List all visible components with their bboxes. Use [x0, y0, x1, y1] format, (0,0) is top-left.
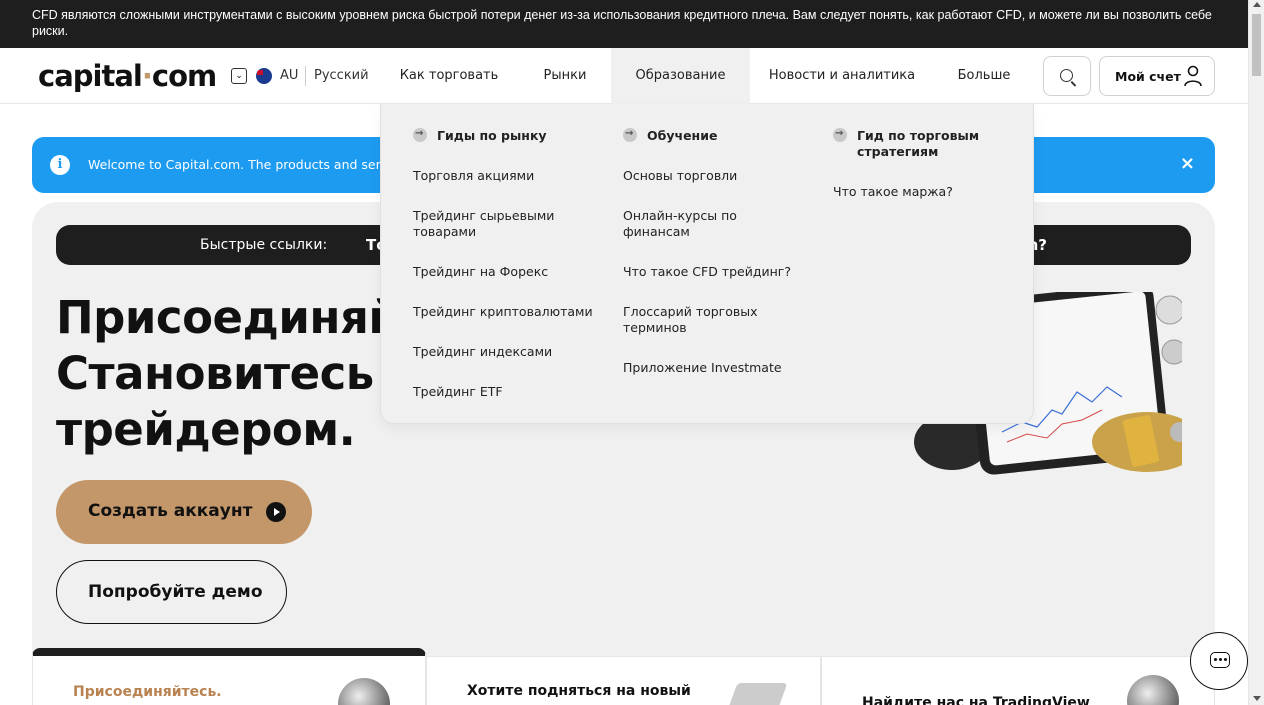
- scroll-up-arrow-icon[interactable]: [1253, 2, 1261, 7]
- dropdown-column-title[interactable]: Обучение: [623, 126, 813, 144]
- dropdown-link[interactable]: Трейдинг сырьевыми товарами: [413, 208, 563, 240]
- dropdown-column-learning: Обучение Основы торговли Онлайн-курсы по…: [623, 126, 813, 375]
- card-title: Хотите подняться на новый: [467, 683, 691, 699]
- try-demo-label: Попробуйте демо: [88, 582, 263, 602]
- user-icon: [1184, 65, 1202, 87]
- arrow-right-icon: [833, 126, 847, 142]
- nav-news-analysis[interactable]: Новости и аналитика: [765, 48, 919, 104]
- graduation-cap-icon: [726, 683, 788, 705]
- divider: [305, 66, 306, 86]
- info-card[interactable]: Присоединяйтесь.: [32, 648, 426, 705]
- create-account-button[interactable]: Создать аккаунт: [56, 480, 312, 544]
- risk-warning-text: CFD являются сложными инструментами с вы…: [32, 8, 1212, 38]
- nav-how-to-trade[interactable]: Как торговать: [392, 48, 506, 104]
- education-dropdown-menu: Гиды по рынку Торговля акциями Трейдинг …: [380, 104, 1034, 424]
- dropdown-column-strategies: Гид по торговым стратегиям Что такое мар…: [833, 126, 993, 199]
- dropdown-link[interactable]: Основы торговли: [623, 168, 803, 184]
- nav-more[interactable]: Больше: [950, 48, 1018, 104]
- dropdown-link[interactable]: Трейдинг индексами: [413, 344, 593, 360]
- chat-button[interactable]: [1190, 632, 1248, 690]
- australia-flag-icon[interactable]: [256, 68, 272, 84]
- logo-text-right: com: [151, 59, 217, 93]
- dropdown-link[interactable]: Онлайн-курсы по финансам: [623, 208, 753, 240]
- scrollbar-thumb[interactable]: [1252, 14, 1261, 76]
- card-title: Присоединяйтесь.: [73, 684, 222, 700]
- quick-links-label: Быстрые ссылки:: [200, 237, 328, 253]
- column-title-text: Гиды по рынку: [437, 128, 547, 143]
- my-account-button[interactable]: Мой счет: [1099, 56, 1215, 96]
- region-selector[interactable]: AU: [280, 68, 298, 83]
- dropdown-link[interactable]: Что такое CFD трейдинг?: [623, 264, 803, 280]
- logo[interactable]: capital·com: [38, 59, 217, 93]
- headline-line: Становитесь: [56, 347, 374, 400]
- play-icon: [266, 502, 286, 522]
- arrow-right-icon: [413, 126, 427, 142]
- try-demo-button[interactable]: Попробуйте демо: [56, 560, 287, 624]
- chevron-down-icon[interactable]: ⌄: [231, 68, 247, 84]
- welcome-text: Welcome to Capital.com. The products and…: [88, 157, 392, 172]
- search-icon: [1060, 69, 1073, 82]
- dropdown-link[interactable]: Торговля акциями: [413, 168, 593, 184]
- dropdown-link[interactable]: Глоссарий торговых терминов: [623, 304, 763, 336]
- site-header: capital·com ⌄ AU Русский Как торговать Р…: [0, 48, 1248, 104]
- dropdown-column-title[interactable]: Гиды по рынку: [413, 126, 603, 144]
- headline-line: трейдером.: [56, 403, 356, 456]
- create-account-label: Создать аккаунт: [88, 501, 253, 521]
- language-selector[interactable]: Русский: [314, 68, 369, 83]
- dropdown-link[interactable]: Что такое маржа?: [833, 184, 1013, 200]
- info-icon: i: [50, 155, 70, 175]
- logo-text-left: capital: [38, 59, 143, 93]
- search-button[interactable]: [1043, 56, 1091, 96]
- logo-dot: ·: [141, 59, 153, 93]
- my-account-label: Мой счет: [1115, 69, 1181, 84]
- column-title-text: Гид по торговым стратегиям: [857, 128, 980, 159]
- scroll-down-arrow-icon[interactable]: [1253, 696, 1261, 701]
- dropdown-column-market-guides: Гиды по рынку Торговля акциями Трейдинг …: [413, 126, 603, 399]
- page-scrollbar[interactable]: [1248, 0, 1264, 705]
- coin-icon: [338, 678, 390, 705]
- info-card[interactable]: Хотите подняться на новый: [426, 656, 821, 705]
- dropdown-link[interactable]: Трейдинг на Форекс: [413, 264, 593, 280]
- nav-education[interactable]: Образование: [611, 48, 750, 104]
- nav-markets[interactable]: Рынки: [529, 48, 601, 104]
- info-card[interactable]: Найдите нас на TradingView: [821, 656, 1215, 705]
- headline-line: Присоединяйт: [56, 291, 396, 344]
- info-cards: Присоединяйтесь. Хотите подняться на нов…: [32, 648, 1215, 705]
- card-title: Найдите нас на TradingView: [862, 695, 1090, 705]
- percent-icon: [1127, 675, 1179, 705]
- arrow-right-icon: [623, 126, 637, 142]
- dropdown-link[interactable]: Трейдинг криптовалютами: [413, 304, 593, 320]
- dropdown-column-title[interactable]: Гид по торговым стратегиям: [833, 126, 993, 160]
- column-title-text: Обучение: [647, 128, 718, 143]
- dropdown-link[interactable]: Трейдинг ETF: [413, 384, 593, 400]
- dropdown-link[interactable]: Приложение Investmate: [623, 360, 803, 376]
- risk-warning-bar: CFD являются сложными инструментами с вы…: [0, 0, 1248, 48]
- hero-headline: Присоединяйт Становитесь трейдером.: [56, 290, 396, 458]
- chat-icon: [1210, 652, 1230, 668]
- close-icon[interactable]: ×: [1180, 153, 1195, 174]
